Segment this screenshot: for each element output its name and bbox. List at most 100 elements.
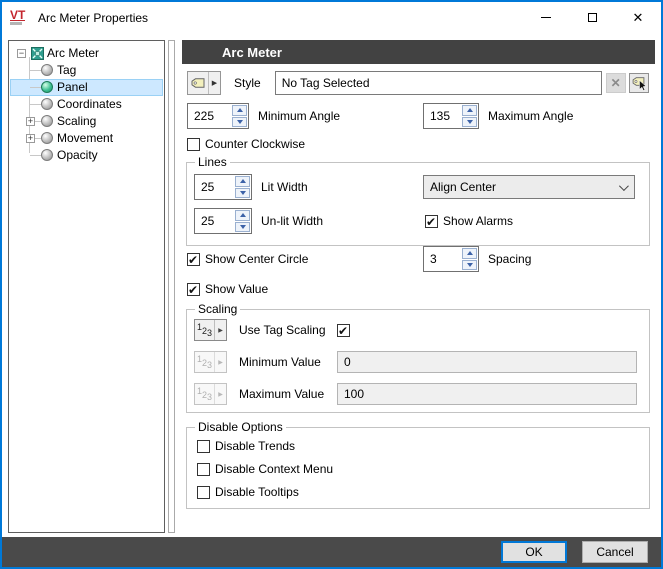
unlit-width-spinner[interactable]: 25	[194, 208, 252, 234]
tree-expander-icon[interactable]: +	[26, 134, 35, 143]
minimum-angle-label: Minimum Angle	[258, 109, 340, 123]
maximum-value-label: Maximum Value	[239, 387, 324, 401]
maximize-icon	[588, 13, 597, 22]
checkbox-box[interactable]	[197, 486, 210, 499]
maximum-value-expression-button: 123 ▶	[194, 383, 227, 405]
checkbox-box[interactable]	[187, 253, 200, 266]
show-alarms-checkbox[interactable]: Show Alarms	[425, 214, 513, 228]
window-title: Arc Meter Properties	[38, 11, 148, 25]
clear-icon: ✕	[611, 76, 621, 90]
pick-tag-button[interactable]	[629, 73, 649, 93]
disable-trends-checkbox[interactable]: Disable Trends	[197, 439, 295, 453]
use-tag-scaling-label: Use Tag Scaling	[239, 323, 326, 337]
tree-node-label[interactable]: Arc Meter	[47, 46, 99, 60]
disable-tooltips-checkbox[interactable]: Disable Tooltips	[197, 485, 299, 499]
minimum-value-label: Minimum Value	[239, 355, 321, 369]
spacing-label: Spacing	[488, 252, 531, 266]
checkbox-box[interactable]	[337, 324, 350, 337]
show-center-circle-checkbox[interactable]: Show Center Circle	[187, 252, 308, 266]
style-tag-split-button[interactable]: ▶	[187, 71, 221, 95]
spin-up-button[interactable]	[462, 248, 477, 259]
tree-node-arc-meter[interactable]: − Arc Meter	[10, 45, 163, 62]
title-bar[interactable]: VT Arc Meter Properties ✕	[2, 2, 661, 33]
spin-up-button[interactable]	[235, 176, 250, 187]
tree-expander-icon[interactable]: +	[26, 117, 35, 126]
tree-node-movement[interactable]: + Movement	[10, 130, 163, 147]
tree-node-label[interactable]: Scaling	[57, 114, 96, 128]
disable-context-menu-checkbox[interactable]: Disable Context Menu	[197, 462, 333, 476]
spin-up-button[interactable]	[235, 210, 250, 221]
maximum-angle-label: Maximum Angle	[488, 109, 573, 123]
tree-node-label[interactable]: Panel	[57, 80, 88, 94]
coordinates-node-icon	[41, 98, 53, 110]
spacing-spinner[interactable]: 3	[423, 246, 479, 272]
spin-down-button[interactable]	[235, 222, 250, 233]
maximum-value-input: 100	[337, 383, 637, 405]
split-dropdown-arrow-icon: ▶	[215, 384, 226, 404]
tree-node-label[interactable]: Coordinates	[57, 97, 122, 111]
spin-down-button[interactable]	[235, 188, 250, 199]
tree-node-panel[interactable]: Panel	[10, 79, 163, 96]
split-dropdown-arrow-icon[interactable]: ▶	[215, 320, 226, 340]
tree-node-coordinates[interactable]: Coordinates	[10, 96, 163, 113]
ok-button[interactable]: OK	[501, 541, 567, 563]
arc-meter-properties-dialog: VT Arc Meter Properties ✕ − Arc Meter	[0, 0, 663, 569]
panel-splitter[interactable]	[168, 40, 175, 533]
spin-down-button[interactable]	[462, 260, 477, 271]
checkbox-box[interactable]	[197, 440, 210, 453]
scaling-group: Scaling 123 ▶ Use Tag Scaling 123	[186, 309, 650, 413]
panel-header-title: Arc Meter	[222, 45, 282, 60]
checkbox-box[interactable]	[187, 283, 200, 296]
maximize-button[interactable]	[569, 2, 615, 33]
panel-node-icon	[41, 81, 53, 93]
tag-node-icon	[41, 64, 53, 76]
minimize-button[interactable]	[523, 2, 569, 33]
cancel-button[interactable]: Cancel	[582, 541, 648, 563]
tree-node-opacity[interactable]: Opacity	[10, 147, 163, 164]
dialog-footer: OK Cancel	[2, 537, 661, 567]
cursor-arrow-icon	[639, 80, 647, 91]
lit-width-label: Lit Width	[261, 180, 308, 194]
minimum-value-input: 0	[337, 351, 637, 373]
property-tree-panel: − Arc Meter Tag Panel	[8, 40, 165, 533]
movement-node-icon	[41, 132, 53, 144]
spin-down-button[interactable]	[232, 117, 247, 128]
numeric-icon: 123	[195, 352, 215, 372]
checkbox-box[interactable]	[187, 138, 200, 151]
tree-node-label[interactable]: Opacity	[57, 148, 98, 162]
tree-node-label[interactable]: Movement	[57, 131, 113, 145]
tree-node-tag[interactable]: Tag	[10, 62, 163, 79]
close-button[interactable]: ✕	[615, 2, 661, 33]
minimum-angle-spinner[interactable]: 225	[187, 103, 249, 129]
arc-meter-widget-icon	[31, 47, 44, 60]
vtscada-logo-icon: VT	[10, 10, 32, 25]
show-value-checkbox[interactable]: Show Value	[187, 282, 268, 296]
lines-group-title: Lines	[195, 155, 230, 169]
tag-icon	[191, 78, 205, 88]
minimize-icon	[541, 17, 551, 18]
tree-node-label[interactable]: Tag	[57, 63, 76, 77]
split-dropdown-arrow-icon[interactable]: ▶	[209, 72, 220, 94]
style-label: Style	[234, 76, 261, 90]
spin-up-button[interactable]	[462, 105, 477, 116]
clear-tag-button[interactable]: ✕	[606, 73, 626, 93]
spin-up-button[interactable]	[232, 105, 247, 116]
properties-panel: Arc Meter ▶ Style No Tag Selected ✕	[182, 40, 655, 533]
disable-options-group: Disable Options Disable Trends Disable C…	[186, 427, 650, 509]
use-tag-scaling-checkbox[interactable]	[337, 324, 350, 337]
spin-down-button[interactable]	[462, 117, 477, 128]
counter-clockwise-checkbox[interactable]: Counter Clockwise	[187, 137, 305, 151]
minimum-value-expression-button: 123 ▶	[194, 351, 227, 373]
lit-width-spinner[interactable]: 25	[194, 174, 252, 200]
alignment-dropdown[interactable]: Align Center	[423, 175, 635, 199]
maximum-angle-spinner[interactable]: 135	[423, 103, 479, 129]
use-tag-scaling-expression-button[interactable]: 123 ▶	[194, 319, 227, 341]
opacity-node-icon	[41, 149, 53, 161]
tree-node-scaling[interactable]: + Scaling	[10, 113, 163, 130]
lines-group: Lines 25 Lit Width Align Center 25	[186, 162, 650, 246]
checkbox-box[interactable]	[197, 463, 210, 476]
style-input[interactable]: No Tag Selected	[275, 71, 602, 95]
tree-expander-icon[interactable]: −	[17, 49, 26, 58]
checkbox-box[interactable]	[425, 215, 438, 228]
unlit-width-label: Un-lit Width	[261, 214, 323, 228]
